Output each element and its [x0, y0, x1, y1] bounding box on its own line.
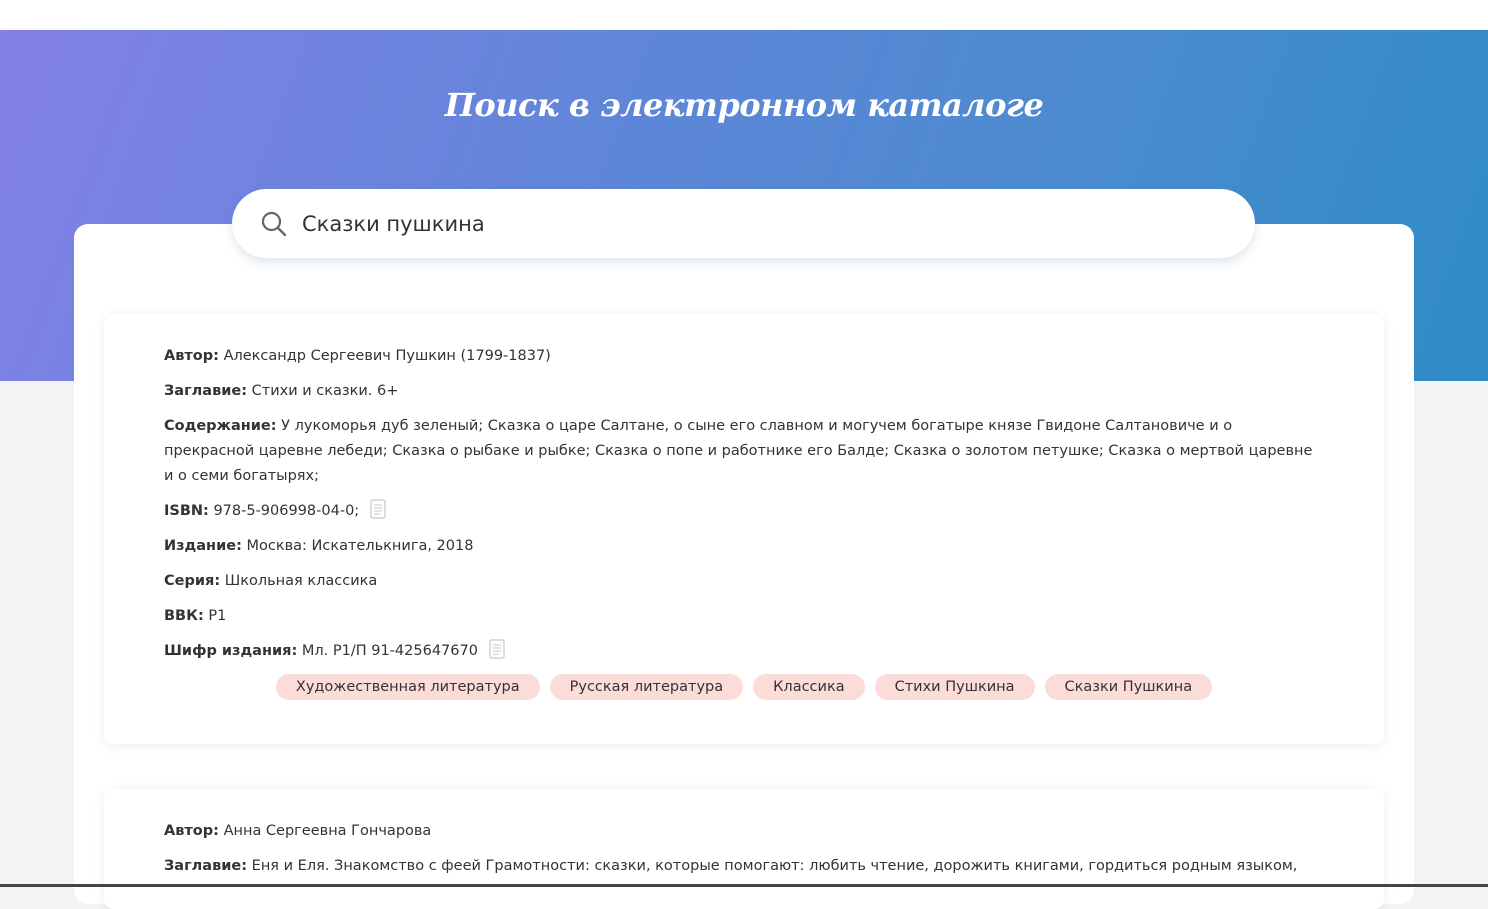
edition-value: Москва: Искателькнига, 2018: [246, 538, 474, 554]
series-field: Серия: Школьная классика: [164, 569, 1324, 594]
author-value: Анна Сергеевна Гончарова: [223, 823, 432, 839]
result-card: Автор: Александр Сергеевич Пушкин (1799-…: [104, 314, 1384, 744]
copy-icon[interactable]: [488, 639, 505, 659]
title-field: Заглавие: Еня и Еля. Знакомство с феей Г…: [164, 854, 1324, 879]
bbk-label: ВВК:: [164, 608, 204, 624]
page-title: Поиск в электронном каталоге: [444, 86, 1044, 124]
search-icon[interactable]: [260, 210, 288, 238]
tag-pushkin-tales[interactable]: Сказки Пушкина: [1044, 674, 1213, 700]
bbk-field: ВВК: Р1: [164, 604, 1324, 629]
title-value: Стихи и сказки. 6+: [251, 383, 399, 399]
author-value: Александр Сергеевич Пушкин (1799-1837): [223, 348, 551, 364]
result-card: Автор: Анна Сергеевна Гончарова Заглавие…: [104, 789, 1384, 909]
copy-icon[interactable]: [370, 499, 386, 519]
tag-classics[interactable]: Классика: [753, 674, 865, 700]
tag-pushkin-poems[interactable]: Стихи Пушкина: [874, 674, 1035, 700]
title-label: Заглавие:: [164, 858, 248, 874]
tag-fiction[interactable]: Художественная литература: [275, 674, 540, 700]
series-label: Серия:: [164, 573, 221, 589]
bbk-value: Р1: [208, 608, 227, 624]
tag-russian-literature[interactable]: Русская литература: [549, 674, 744, 700]
contents-label: Содержание:: [164, 418, 277, 434]
author-field: Автор: Александр Сергеевич Пушкин (1799-…: [164, 344, 1324, 369]
series-value: Школьная классика: [224, 573, 378, 589]
edition-label: Издание:: [164, 538, 242, 554]
author-label: Автор:: [164, 823, 219, 839]
edition-field: Издание: Москва: Искателькнига, 2018: [164, 534, 1324, 559]
title-label: Заглавие:: [164, 383, 248, 399]
cipher-value: Мл. Р1/П 91-425647670: [301, 643, 478, 659]
search-input[interactable]: [302, 203, 1202, 244]
cipher-field: Шифр издания: Мл. Р1/П 91-425647670: [164, 639, 1324, 664]
isbn-field: ISBN: 978-5-906998-04-0;: [164, 499, 1324, 524]
author-field: Автор: Анна Сергеевна Гончарова: [164, 819, 1324, 844]
contents-field: Содержание: У лукоморья дуб зеленый; Ска…: [164, 414, 1324, 489]
isbn-label: ISBN:: [164, 503, 209, 519]
search-bar[interactable]: [232, 189, 1255, 258]
author-label: Автор:: [164, 348, 219, 364]
title-value: Еня и Еля. Знакомство с феей Грамотности…: [251, 858, 1298, 874]
title-field: Заглавие: Стихи и сказки. 6+: [164, 379, 1324, 404]
cipher-label: Шифр издания:: [164, 643, 298, 659]
isbn-value: 978-5-906998-04-0;: [213, 503, 360, 519]
tag-list: Художественная литература Русская литера…: [164, 674, 1324, 700]
top-strip: [0, 0, 1488, 30]
contents-value: У лукоморья дуб зеленый; Сказка о царе С…: [164, 418, 1313, 484]
